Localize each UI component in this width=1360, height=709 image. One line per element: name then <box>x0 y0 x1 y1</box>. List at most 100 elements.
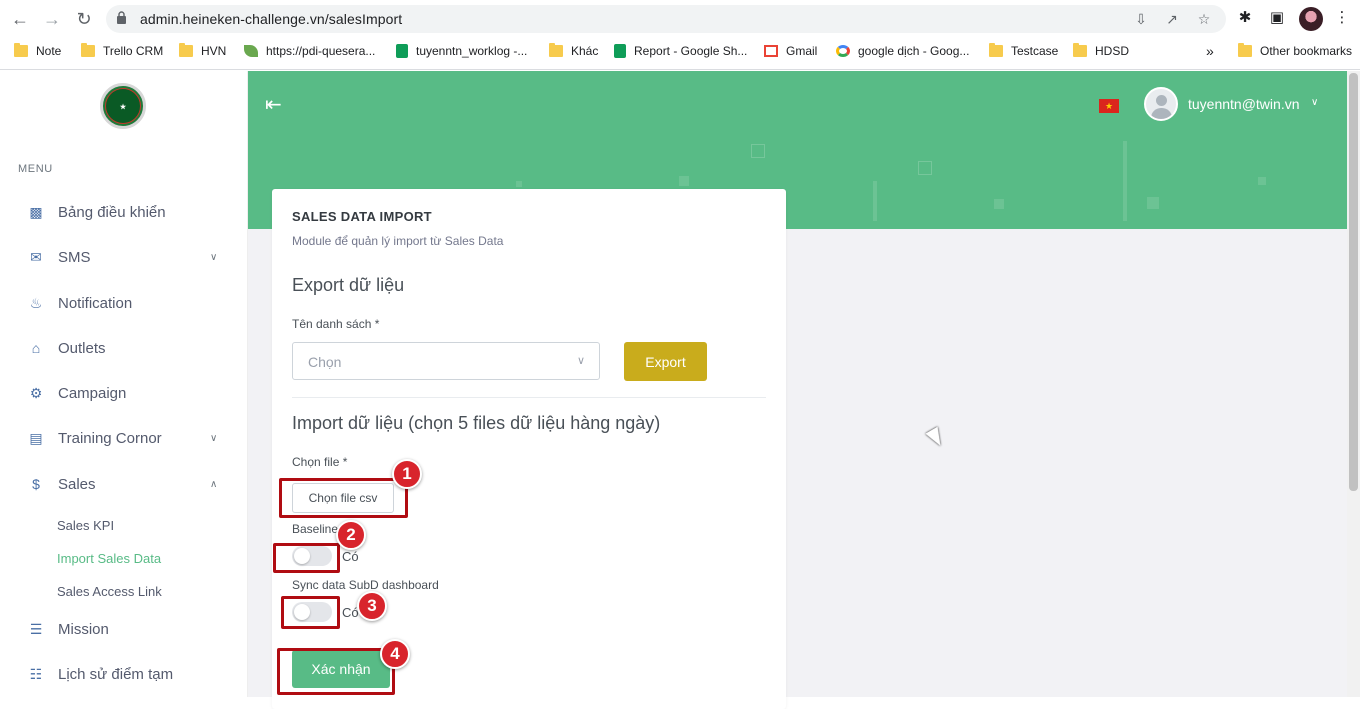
bookmark-item[interactable]: https://pdi-quesera... <box>244 40 375 62</box>
sidebar-item-label: Lịch sử điểm tạm <box>58 665 174 683</box>
import-section-title: Import dữ liệu (chọn 5 files dữ liệu hàn… <box>292 413 661 433</box>
star-icon[interactable]: ☆ <box>1196 11 1212 27</box>
sidebar-item-sms[interactable]: ✉ SMS ∨ <box>0 240 248 274</box>
mail-icon: ✉ <box>30 249 42 265</box>
sidebar-item-label: Training Cornor <box>58 429 162 447</box>
sidebar-item-sales[interactable]: $ Sales ∧ <box>0 467 248 501</box>
other-bookmarks[interactable]: Other bookmarks <box>1238 40 1352 62</box>
bookmark-label: google dịch - Goog... <box>858 44 970 58</box>
bookmark-label: Note <box>36 44 62 58</box>
baseline-toggle-text: Có <box>342 549 359 564</box>
bookmark-item[interactable]: google dịch - Goog... <box>836 40 969 62</box>
decor-line <box>1123 141 1127 221</box>
back-arrow-icon[interactable]: ← <box>8 7 32 31</box>
user-avatar[interactable] <box>1144 87 1178 121</box>
scrollbar-thumb[interactable] <box>1349 73 1358 491</box>
user-email[interactable]: tuyenntn@twin.vn <box>1188 96 1300 112</box>
bookmarks-overflow[interactable]: » <box>1206 40 1214 62</box>
forward-arrow-icon[interactable]: → <box>40 7 64 31</box>
other-bookmarks-label: Other bookmarks <box>1260 44 1353 58</box>
bookmark-label: https://pdi-quesera... <box>266 44 376 58</box>
profile-avatar[interactable] <box>1299 7 1323 31</box>
sidebar-subitem-import-sales[interactable]: Import Sales Data <box>57 551 161 566</box>
dollar-icon: $ <box>32 476 40 492</box>
chevron-down-icon: ∨ <box>210 251 218 263</box>
sidebar-item-outlets[interactable]: ⌂ Outlets <box>0 331 248 365</box>
section-divider <box>292 397 766 398</box>
sidebar-item-label: Notification <box>58 294 133 312</box>
decor-dot <box>679 176 689 186</box>
sidebar-item-history[interactable]: ☷ Lịch sử điểm tạm <box>0 657 248 691</box>
gmail-icon <box>764 45 778 57</box>
avatar-head <box>1156 95 1167 106</box>
sheets-icon <box>614 44 626 58</box>
bookmark-label: Gmail <box>786 44 818 58</box>
folder-icon <box>989 43 1003 57</box>
sidebar-item-label: Outlets <box>58 339 106 357</box>
sidebar-item-mission[interactable]: ☰ Mission <box>0 612 248 646</box>
decor-line <box>873 181 877 221</box>
main-content: ⇤ ★ tuyenntn@twin.vn ∨ SALES DATA IMPORT… <box>248 71 1360 709</box>
browser-chrome: ← → ↻ admin.heineken-challenge.vn/salesI… <box>0 0 1360 70</box>
bookmark-item[interactable]: Gmail <box>764 40 817 62</box>
bookmark-item[interactable]: tuyenntn_worklog -... <box>396 40 527 62</box>
bell-icon: ♨ <box>29 295 43 311</box>
more-menu-icon[interactable]: ⋮ <box>1332 8 1352 28</box>
list-name-label: Tên danh sách * <box>292 317 380 331</box>
bookmark-item[interactable]: HDSD <box>1073 40 1129 62</box>
annotation-badge-3: 3 <box>357 591 387 621</box>
sidebar: ★ MENU ▩ Bảng điều khiển ✉ SMS ∨ ♨ Notif… <box>0 71 248 697</box>
card-subtitle: Module để quản lý import từ Sales Data <box>292 234 504 248</box>
export-button[interactable]: Export <box>624 342 707 381</box>
baseline-label: Baseline <box>292 522 339 536</box>
sync-label: Sync data SubD dashboard <box>292 578 439 592</box>
sidebar-toggle-icon[interactable]: ⇤ <box>265 95 287 115</box>
list-select[interactable]: Chọn ∨ <box>292 342 600 380</box>
heineken-logo[interactable]: ★ <box>100 83 146 129</box>
bookmark-item[interactable]: Report - Google Sh... <box>614 40 747 62</box>
decor-dot <box>516 181 522 187</box>
extensions-icon[interactable]: ✱ <box>1235 8 1255 28</box>
file-label: Chọn file * <box>292 455 348 469</box>
bookmark-label: Testcase <box>1011 44 1059 58</box>
annotation-highlight-1 <box>279 478 408 518</box>
sidebar-item-notification[interactable]: ♨ Notification <box>0 286 248 320</box>
bookmark-item[interactable]: Khác <box>549 40 598 62</box>
annotation-badge-4: 4 <box>380 639 410 669</box>
sidebar-item-label: Campaign <box>58 384 127 402</box>
export-section-title: Export dữ liệu <box>292 275 405 295</box>
document-icon: ☷ <box>29 666 43 682</box>
folder-icon <box>549 43 563 57</box>
folder-icon <box>179 43 193 57</box>
sidebar-subitem-sales-kpi[interactable]: Sales KPI <box>57 518 114 533</box>
chevron-down-icon: ∨ <box>577 355 586 367</box>
sales-import-card: SALES DATA IMPORT Module để quản lý impo… <box>272 189 786 709</box>
install-icon[interactable]: ⇩ <box>1133 11 1149 27</box>
bookmark-item[interactable]: Note <box>14 40 61 62</box>
share-icon[interactable]: ↗ <box>1164 11 1180 27</box>
sidebar-item-training[interactable]: ▤ Training Cornor ∨ <box>0 421 248 455</box>
bookmark-item[interactable]: HVN <box>179 40 226 62</box>
bookmark-label: Khác <box>571 44 599 58</box>
address-bar[interactable]: admin.heineken-challenge.vn/salesImport … <box>106 5 1226 33</box>
list-select-placeholder: Chọn <box>308 354 342 370</box>
sidebar-item-campaign[interactable]: ⚙ Campaign <box>0 376 248 410</box>
chevron-down-icon[interactable]: ∨ <box>1311 97 1318 108</box>
sidebar-item-dashboard[interactable]: ▩ Bảng điều khiển <box>0 195 248 229</box>
sheets-icon <box>396 44 408 58</box>
sidebar-item-label: SMS <box>58 248 91 266</box>
annotation-highlight-3 <box>281 596 340 629</box>
sidebar-subitem-sales-access[interactable]: Sales Access Link <box>57 584 162 599</box>
bookmark-item[interactable]: Testcase <box>989 40 1058 62</box>
decor-square <box>751 144 765 158</box>
vn-flag-icon[interactable]: ★ <box>1099 99 1119 113</box>
sidepanel-icon[interactable]: ▣ <box>1267 8 1287 28</box>
chevron-up-icon: ∧ <box>210 478 218 490</box>
clipboard-icon: ☰ <box>29 621 43 637</box>
chevron-down-icon: ∨ <box>210 432 218 444</box>
reload-icon[interactable]: ↻ <box>72 7 96 31</box>
bookmark-item[interactable]: Trello CRM <box>81 40 163 62</box>
bookmark-label: Report - Google Sh... <box>634 44 748 58</box>
page-scrollbar[interactable] <box>1347 71 1360 697</box>
decor-dot <box>1258 177 1266 185</box>
